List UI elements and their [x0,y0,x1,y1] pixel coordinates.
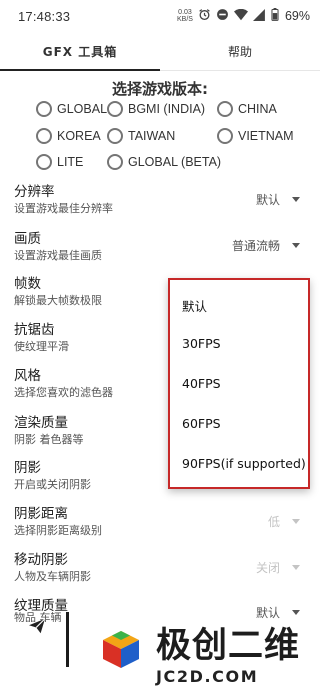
radio-lite[interactable]: LITE [36,154,83,170]
radio-label: KOREA [57,129,101,143]
setting-render-quality[interactable]: 渲染质量 阴影 着色器等 [14,414,84,448]
setting-antialiasing[interactable]: 抗锯齿 使纹理平滑 [14,321,69,355]
radio-circle[interactable] [36,154,52,170]
setting-title: 渲染质量 [14,415,68,431]
divider [66,612,69,667]
radio-label: TAIWAN [128,129,176,143]
status-bar: 17:48:33 0.03 KB/S 69% [0,0,320,32]
resolution-select[interactable]: 默认 [256,191,301,208]
setting-subtitle: 设置游戏最佳画质 [14,249,102,262]
radio-label: BGMI (INDIA) [128,102,206,116]
setting-moving-shadow[interactable]: 移动阴影 人物及车辆阴影 [14,551,91,585]
radio-circle[interactable] [217,101,233,117]
net-speed-value: 0.03 [178,9,192,16]
radio-circle[interactable] [107,101,123,117]
signal-icon [252,8,266,24]
send-icon[interactable] [28,618,46,638]
radio-label: GLOBAL (BETA) [128,155,222,169]
setting-subtitle: 人物及车辆阴影 [14,570,91,583]
setting-subtitle: 使纹理平滑 [14,340,69,353]
fps-option-60[interactable]: 60FPS [182,416,221,431]
status-time: 17:48:33 [18,8,71,24]
watermark-text: 极创二维 [156,626,301,666]
status-icons: 0.03 KB/S 69% [177,8,310,24]
setting-title: 阴影距离 [14,506,68,522]
setting-title: 阴影 [14,460,41,476]
tab-help[interactable]: 帮助 [160,33,320,70]
setting-graphics[interactable]: 画质 设置游戏最佳画质 [14,230,102,264]
cube-logo-icon [100,628,142,670]
wifi-icon [233,8,248,24]
setting-title: 分辨率 [14,184,55,200]
radio-circle[interactable] [36,128,52,144]
graphics-select[interactable]: 普通流畅 [232,237,301,254]
setting-title: 帧数 [14,276,41,292]
radio-korea[interactable]: KOREA [36,128,101,144]
fps-option-40[interactable]: 40FPS [182,376,221,391]
radio-circle[interactable] [107,128,123,144]
radio-label: LITE [57,155,84,169]
setting-title: 风格 [14,368,41,384]
setting-subtitle: 阴影 着色器等 [14,433,84,446]
chevron-down-icon [292,197,301,202]
setting-subtitle: 开启或关闭阴影 [14,478,91,491]
radio-taiwan[interactable]: TAIWAN [107,128,175,144]
radio-label: GLOBAL [57,102,108,116]
radio-circle[interactable] [36,101,52,117]
setting-title: 移动阴影 [14,552,68,568]
net-speed: 0.03 KB/S [177,9,193,23]
setting-style[interactable]: 风格 选择您喜欢的滤色器 [14,367,113,401]
radio-global[interactable]: GLOBAL [36,101,107,117]
select-value: 低 [268,515,281,529]
radio-label: CHINA [238,102,277,116]
setting-shadow[interactable]: 阴影 开启或关闭阴影 [14,459,91,493]
watermark-url: JC2D.COM [156,667,259,686]
version-title: 选择游戏版本: [112,80,208,98]
dnd-icon [216,8,229,24]
radio-circle[interactable] [217,128,233,144]
radio-vietnam[interactable]: VIETNAM [217,128,294,144]
setting-title: 抗锯齿 [14,322,55,338]
chevron-down-icon [292,565,301,570]
setting-subtitle: 解锁最大帧数极限 [14,294,102,307]
radio-circle[interactable] [107,154,123,170]
fps-option-30[interactable]: 30FPS [182,336,221,351]
fps-option-90[interactable]: 90FPS(if supported) [182,456,306,471]
select-value: 默认 [256,193,281,207]
radio-china[interactable]: CHINA [217,101,277,117]
setting-subtitle: 设置游戏最佳分辨率 [14,202,113,215]
fps-dropdown-menu: 默认 30FPS 40FPS 60FPS 90FPS(if supported) [168,278,310,489]
setting-fps[interactable]: 帧数 解锁最大帧数极限 [14,275,102,309]
battery-percent: 69% [284,9,310,23]
setting-subtitle: 选择阴影距离级别 [14,524,102,537]
tab-gfx-toolbox[interactable]: GFX 工具箱 [0,33,160,71]
select-value: 关闭 [256,561,281,575]
setting-title: 画质 [14,231,41,247]
radio-bgmi-india[interactable]: BGMI (INDIA) [107,101,205,117]
radio-global-beta[interactable]: GLOBAL (BETA) [107,154,221,170]
alarm-icon [198,8,211,24]
select-value: 普通流畅 [232,239,281,253]
net-speed-unit: KB/S [177,16,193,23]
shadow-distance-select: 低 [268,513,301,530]
fps-option-default[interactable]: 默认 [182,296,207,315]
chevron-down-icon [292,519,301,524]
chevron-down-icon [292,243,301,248]
setting-resolution[interactable]: 分辨率 设置游戏最佳分辨率 [14,183,113,217]
moving-shadow-select: 关闭 [256,559,301,576]
radio-label: VIETNAM [238,129,294,143]
setting-shadow-distance[interactable]: 阴影距离 选择阴影距离级别 [14,505,102,539]
tab-bar: GFX 工具箱 帮助 [0,33,320,71]
battery-icon [271,8,279,24]
setting-subtitle: 选择您喜欢的滤色器 [14,386,113,399]
